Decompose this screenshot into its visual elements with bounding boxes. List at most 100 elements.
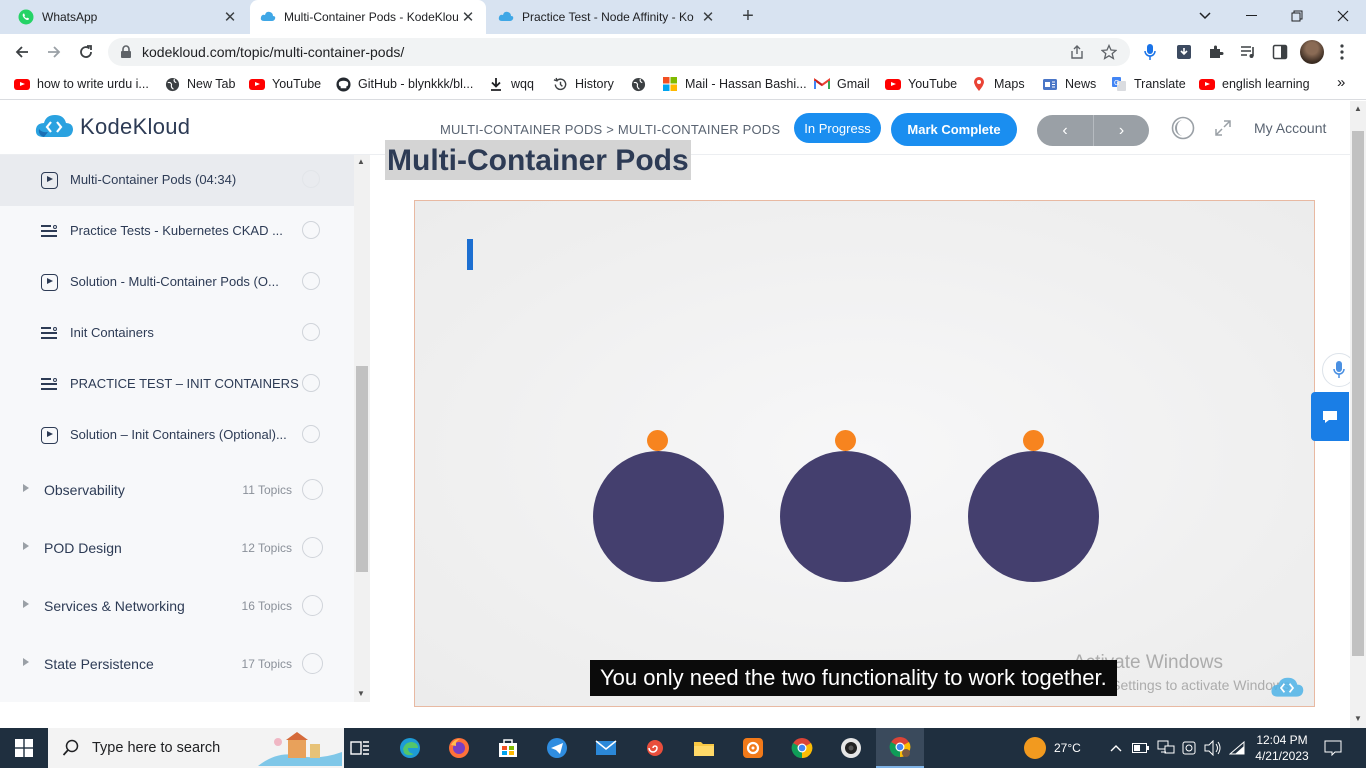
forward-button[interactable] <box>42 40 66 64</box>
weather-widget[interactable]: 27°C <box>1024 728 1081 768</box>
bookmark-item[interactable]: YouTube <box>885 76 957 92</box>
notifications-icon[interactable] <box>1324 728 1342 768</box>
module-title: Observability <box>44 482 125 498</box>
breadcrumb[interactable]: MULTI-CONTAINER PODS > MULTI-CONTAINER P… <box>440 122 780 137</box>
bookmark-item[interactable]: News <box>1042 76 1096 92</box>
sidebar-lesson[interactable]: Multi-Container Pods (04:34) <box>0 155 354 206</box>
sidebar-module-services-networking[interactable]: Services & Networking 16 Topics <box>0 578 354 636</box>
reload-button[interactable] <box>74 40 98 64</box>
feedback-chat-button[interactable] <box>1311 392 1349 441</box>
taskbar-clock[interactable]: 12:04 PM 4/21/2023 <box>1252 732 1312 764</box>
sidebar-lesson[interactable]: Init Containers <box>0 308 354 359</box>
sidebar-lesson[interactable]: Practice Tests - Kubernetes CKAD ... <box>0 206 354 257</box>
bookmark-item[interactable]: Gmail <box>814 76 870 92</box>
mark-complete-button[interactable]: Mark Complete <box>891 113 1017 146</box>
page-scroll-down-arrow-icon[interactable]: ▼ <box>1354 714 1362 723</box>
page-scrollbar-thumb[interactable] <box>1352 131 1364 656</box>
bookmark-item[interactable]: History <box>552 76 614 92</box>
fullscreen-icon[interactable] <box>1210 115 1236 141</box>
completion-circle[interactable] <box>302 425 320 443</box>
snail-app-icon[interactable] <box>631 728 679 768</box>
bookmark-item[interactable]: Mail - Hassan Bashi... <box>662 76 807 92</box>
meet-now-icon[interactable] <box>1181 728 1197 768</box>
video-player[interactable] <box>414 200 1315 707</box>
tray-overflow-icon[interactable] <box>1110 728 1122 768</box>
tab-search-icon[interactable] <box>1182 0 1228 32</box>
completion-circle[interactable] <box>302 170 320 188</box>
share-icon[interactable] <box>1068 43 1086 61</box>
bookmark-item[interactable]: New Tab <box>164 76 235 92</box>
my-account-link[interactable]: My Account <box>1254 120 1326 136</box>
sidebar-lesson[interactable]: Solution – Init Containers (Optional)... <box>0 410 354 461</box>
bookmark-item[interactable]: english learning <box>1199 76 1310 92</box>
completion-circle[interactable] <box>302 653 323 674</box>
back-button[interactable] <box>10 40 34 64</box>
bookmark-item[interactable]: YouTube <box>249 76 321 92</box>
more-menu-icon[interactable] <box>1332 42 1352 62</box>
file-explorer-icon[interactable] <box>680 728 728 768</box>
sidebar-lesson[interactable]: PRACTICE TEST – INIT CONTAINERS <box>0 359 354 410</box>
kodekloud-logo[interactable]: KodeKloud <box>34 113 190 141</box>
scroll-down-arrow-icon[interactable]: ▼ <box>357 689 365 698</box>
profile-avatar[interactable] <box>1300 40 1324 64</box>
lock-icon[interactable] <box>120 45 134 59</box>
sidebar-module-observability[interactable]: Observability 11 Topics <box>0 462 354 520</box>
restore-button[interactable] <box>1274 0 1320 32</box>
voice-search-extension-icon[interactable] <box>1140 42 1160 62</box>
sidebar-lesson[interactable]: Solution - Multi-Container Pods (O... <box>0 257 354 308</box>
close-window-button[interactable] <box>1320 0 1366 32</box>
tab-practice-test[interactable]: Practice Test - Node Affinity - Ko ✕ <box>488 0 726 34</box>
address-bar[interactable]: kodekloud.com/topic/multi-container-pods… <box>108 38 1130 66</box>
previous-lesson-button[interactable]: ‹ <box>1037 115 1093 146</box>
chrome-icon[interactable] <box>778 728 826 768</box>
extensions-puzzle-icon[interactable] <box>1206 42 1226 62</box>
edge-icon[interactable] <box>386 728 434 768</box>
network-computer-icon[interactable] <box>1157 728 1175 768</box>
scroll-up-arrow-icon[interactable]: ▲ <box>357 157 365 166</box>
bookmark-item[interactable]: Maps <box>971 76 1025 92</box>
dark-mode-toggle-icon[interactable] <box>1170 115 1196 141</box>
volume-icon[interactable] <box>1204 728 1222 768</box>
telegram-icon[interactable] <box>533 728 581 768</box>
close-icon[interactable]: ✕ <box>700 8 716 26</box>
windows-start-button[interactable] <box>0 728 48 768</box>
new-tab-button[interactable]: + <box>736 5 760 29</box>
minimize-button[interactable] <box>1228 0 1274 32</box>
completion-circle[interactable] <box>302 272 320 290</box>
tab-multi-container-pods[interactable]: Multi-Container Pods - KodeKlou ✕ <box>250 0 486 34</box>
bookmark-item[interactable]: G Translate <box>1111 76 1186 92</box>
tab-whatsapp[interactable]: WhatsApp ✕ <box>8 0 248 34</box>
sidebar-scrollbar-thumb[interactable] <box>356 366 368 572</box>
bookmark-item[interactable]: how to write urdu i... <box>14 76 149 92</box>
mail-icon[interactable] <box>582 728 630 768</box>
chrome-profile-icon[interactable] <box>876 728 924 768</box>
camera-app-icon[interactable] <box>827 728 875 768</box>
completion-circle[interactable] <box>302 595 323 616</box>
battery-icon[interactable] <box>1132 728 1150 768</box>
media-control-icon[interactable] <box>1238 42 1258 62</box>
completion-circle[interactable] <box>302 374 320 392</box>
completion-circle[interactable] <box>302 537 323 558</box>
close-icon[interactable]: ✕ <box>460 8 476 26</box>
task-view-icon[interactable] <box>336 728 384 768</box>
bookmark-item[interactable]: wqq <box>488 76 534 92</box>
settings-gear-app-icon[interactable] <box>729 728 777 768</box>
sidebar-module-pod-design[interactable]: POD Design 12 Topics <box>0 520 354 578</box>
sidebar-module-state-persistence[interactable]: State Persistence 17 Topics <box>0 636 354 694</box>
bookmark-star-icon[interactable] <box>1100 43 1118 61</box>
bookmark-item[interactable]: GitHub - blynkkk/bl... <box>335 76 473 92</box>
completion-circle[interactable] <box>302 221 320 239</box>
download-extension-icon[interactable] <box>1174 42 1194 62</box>
bookmark-item[interactable] <box>630 76 653 92</box>
microsoft-store-icon[interactable] <box>484 728 532 768</box>
bookmarks-overflow-button[interactable]: » <box>1337 74 1345 91</box>
side-panel-icon[interactable] <box>1270 42 1290 62</box>
taskbar-search-box[interactable]: Type here to search <box>48 728 344 768</box>
page-scroll-up-arrow-icon[interactable]: ▲ <box>1354 104 1362 113</box>
close-icon[interactable]: ✕ <box>222 8 238 26</box>
wifi-icon[interactable] <box>1229 728 1245 768</box>
completion-circle[interactable] <box>302 479 323 500</box>
completion-circle[interactable] <box>302 323 320 341</box>
next-lesson-button[interactable]: › <box>1093 115 1149 146</box>
firefox-icon[interactable] <box>435 728 483 768</box>
